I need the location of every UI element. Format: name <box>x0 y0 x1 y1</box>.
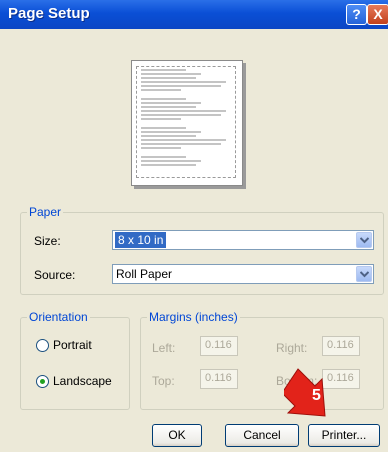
paper-legend: Paper <box>29 205 62 219</box>
window-title: Page Setup <box>8 5 90 22</box>
page-preview-content <box>136 66 236 178</box>
chevron-down-icon <box>360 271 369 278</box>
step-arrow-icon: 5 <box>284 368 326 417</box>
size-label: Size: <box>34 234 61 248</box>
size-value: 8 x 10 in <box>115 232 167 248</box>
left-margin-label: Left: <box>152 341 176 355</box>
right-margin-label: Right: <box>276 341 308 355</box>
close-button[interactable]: X <box>367 4 388 25</box>
top-margin-input[interactable]: 0.116 <box>200 369 238 389</box>
close-icon: X <box>373 6 383 22</box>
right-margin-input[interactable]: 0.116 <box>322 336 360 356</box>
portrait-radio[interactable] <box>36 339 49 352</box>
margins-group: Margins (inches) <box>140 310 384 410</box>
top-margin-label: Top: <box>152 374 175 388</box>
margins-legend: Margins (inches) <box>149 310 238 324</box>
left-margin-input[interactable]: 0.116 <box>200 336 238 356</box>
size-select[interactable]: 8 x 10 in <box>112 230 374 250</box>
source-label: Source: <box>34 268 76 282</box>
size-dropdown-button[interactable] <box>356 232 372 248</box>
ok-button[interactable]: OK <box>152 424 202 447</box>
step-number: 5 <box>312 387 321 404</box>
source-select[interactable]: Roll Paper <box>112 264 374 284</box>
page-preview <box>131 60 243 186</box>
orientation-group: Orientation <box>20 310 130 410</box>
printer-button[interactable]: Printer... <box>308 424 380 447</box>
title-bar[interactable]: Page Setup ? X <box>0 0 388 29</box>
source-dropdown-button[interactable] <box>356 266 372 282</box>
chevron-down-icon <box>360 237 369 244</box>
help-button[interactable]: ? <box>346 4 367 25</box>
help-icon: ? <box>352 6 361 22</box>
landscape-radio[interactable] <box>36 375 49 388</box>
orientation-legend: Orientation <box>29 310 88 324</box>
landscape-label[interactable]: Landscape <box>53 374 112 388</box>
cancel-button[interactable]: Cancel <box>225 424 299 447</box>
source-value: Roll Paper <box>116 267 173 281</box>
portrait-label[interactable]: Portrait <box>53 338 92 352</box>
